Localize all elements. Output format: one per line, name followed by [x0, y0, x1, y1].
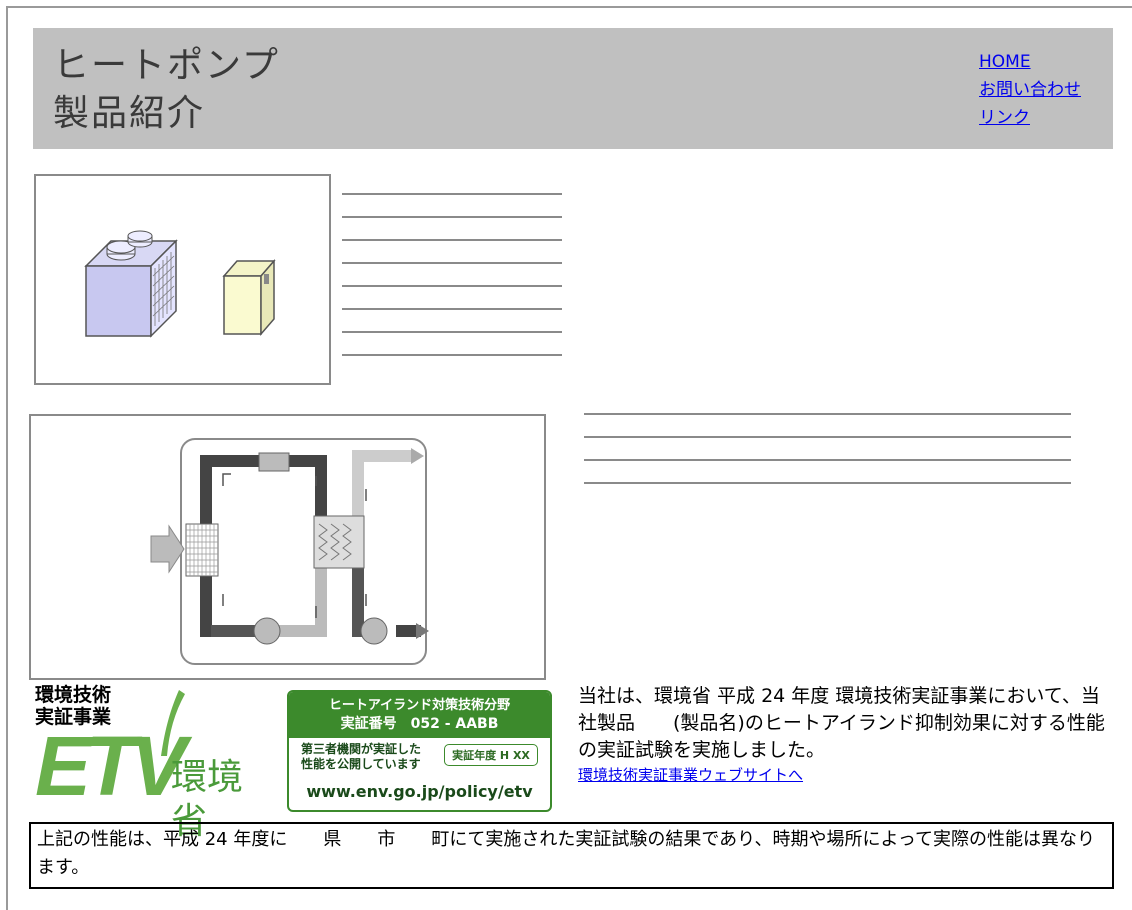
page-frame-top	[6, 6, 1132, 8]
badge-text-line1: 第三者機関が実証した	[301, 742, 422, 756]
verification-description: 当社は、環境省 平成 24 年度 環境技術実証事業において、当社製品 (製品名)…	[578, 683, 1108, 786]
heat-pump-cycle-diagram	[150, 438, 429, 665]
badge-text-line2: 性能を公開しています	[301, 757, 421, 771]
etv-logo-line1: 環境技術	[35, 684, 112, 706]
etv-website-link[interactable]: 環境技術実証事業ウェブサイトへ	[578, 764, 1108, 786]
badge-category: ヒートアイランド対策技術分野	[328, 698, 511, 713]
heat-pump-units-illustration	[84, 230, 276, 338]
nav-link-home[interactable]: HOME	[979, 48, 1081, 76]
badge-url: www.env.go.jp/policy/etv	[306, 782, 533, 801]
placeholder-lines-top	[342, 193, 562, 377]
description-text: 当社は、環境省 平成 24 年度 環境技術実証事業において、当社製品 (製品名)…	[578, 685, 1105, 761]
nav-link-links[interactable]: リンク	[979, 104, 1081, 132]
page-frame-left	[6, 6, 8, 910]
badge-year: 実証年度 H XX	[444, 744, 538, 766]
badge-number: 実証番号 052 - AABB	[340, 716, 499, 732]
leaf-icon	[161, 690, 185, 756]
nav-link-contact[interactable]: お問い合わせ	[979, 76, 1081, 104]
header-nav: HOME お問い合わせ リンク	[979, 48, 1081, 132]
verification-badge: ヒートアイランド対策技術分野 実証番号 052 - AABB 第三者機関が実証し…	[287, 690, 552, 812]
disclaimer-note: 上記の性能は、平成 24 年度に 県 市 町にて実施された実証試験の結果であり、…	[29, 822, 1114, 889]
product-image-box	[34, 174, 331, 385]
badge-text: 第三者機関が実証した 性能を公開しています	[301, 742, 421, 772]
page-title: ヒートポンプ 製品紹介	[53, 42, 280, 138]
etv-logo: 環境技術 実証事業 ETV 環境省	[33, 684, 278, 842]
page-header: ヒートポンプ 製品紹介 HOME お問い合わせ リンク	[33, 28, 1113, 149]
page-title-line2: 製品紹介	[53, 93, 206, 134]
page-title-line1: ヒートポンプ	[53, 45, 280, 86]
system-diagram-box	[29, 414, 546, 680]
placeholder-lines-right	[584, 413, 1071, 505]
